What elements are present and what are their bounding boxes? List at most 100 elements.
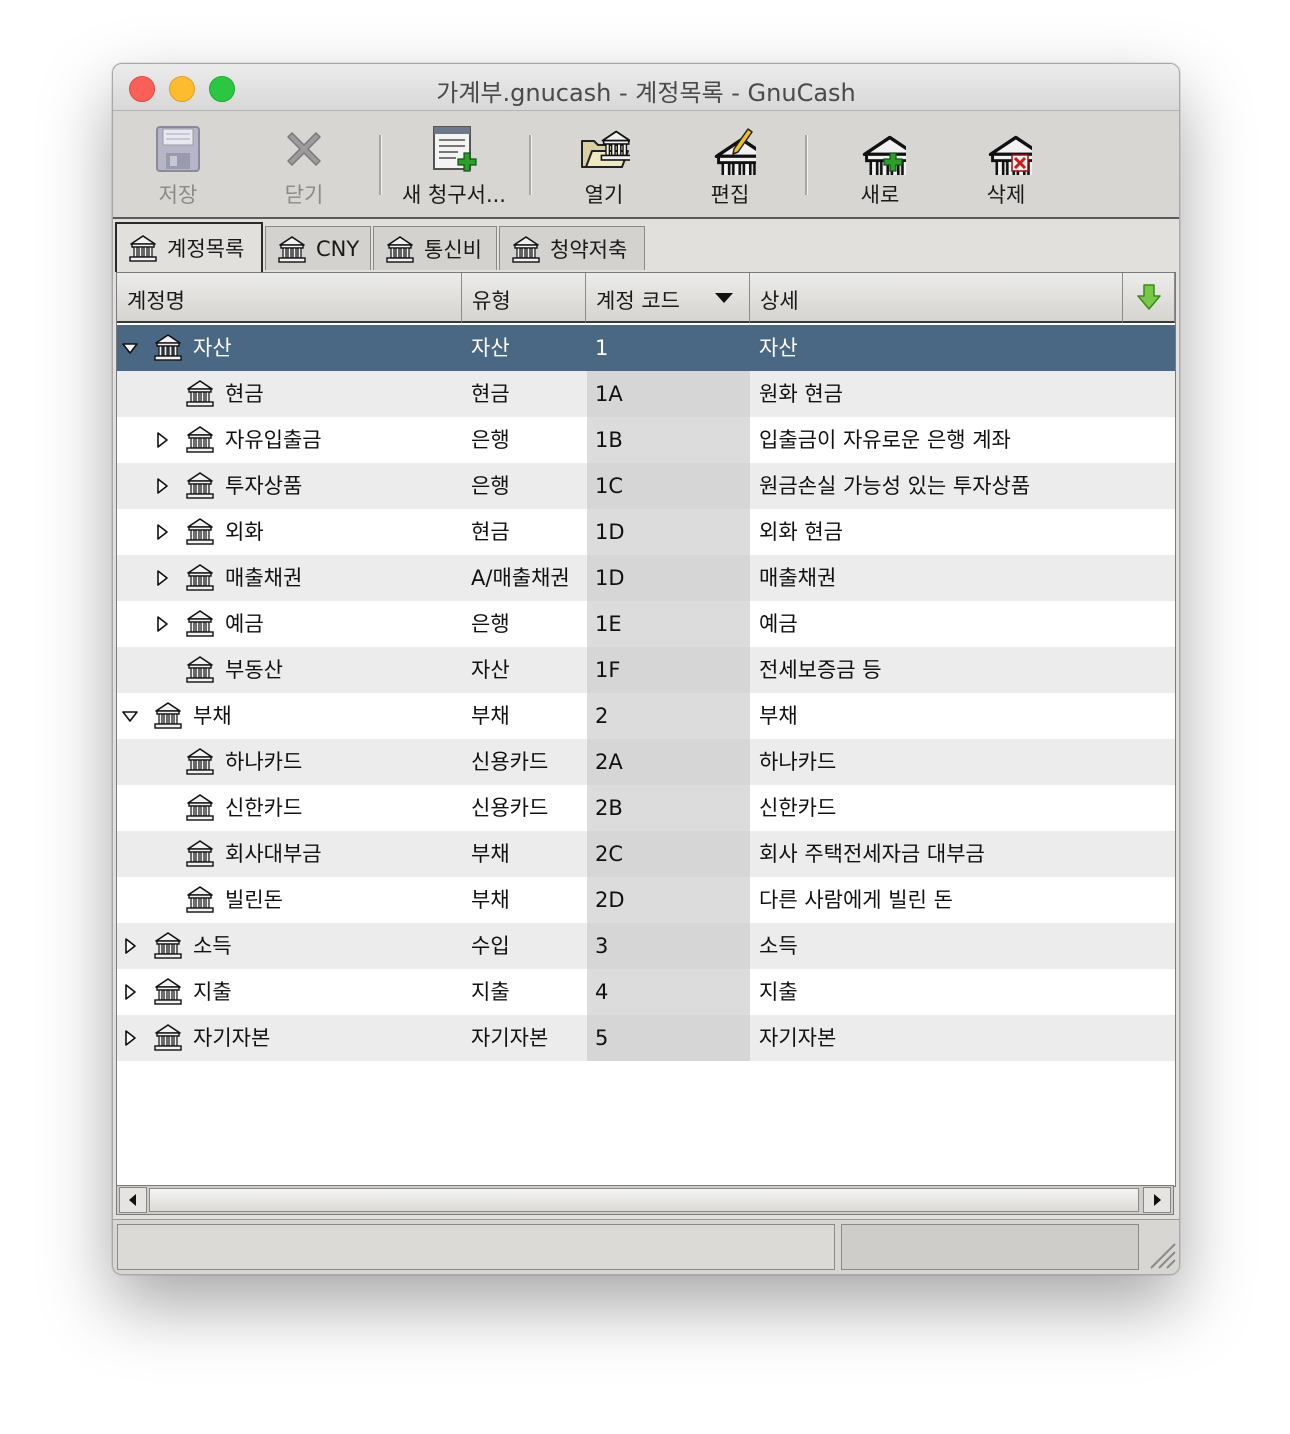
expand-expander-icon[interactable] <box>152 614 172 634</box>
arrow-left-icon <box>129 1194 136 1206</box>
account-type: 자산 <box>471 336 510 360</box>
account-description: 하나카드 <box>759 750 837 774</box>
account-code: 1C <box>595 474 624 498</box>
account-type: 부채 <box>471 704 510 728</box>
tab-accounts[interactable]: 계정목록 <box>115 222 263 272</box>
account-type: 은행 <box>471 474 510 498</box>
account-name: 자산 <box>193 336 232 360</box>
tab-savings[interactable]: 청약저축 <box>499 226 645 270</box>
account-row[interactable]: 외화 현금 1D 외화 현금 <box>117 509 1175 555</box>
account-description: 자산 <box>759 336 798 360</box>
resize-grip-icon[interactable] <box>1143 1236 1177 1270</box>
scroll-left-button[interactable] <box>119 1187 147 1213</box>
account-description: 원금손실 가능성 있는 투자상품 <box>759 474 1031 498</box>
account-name: 투자상품 <box>225 474 303 498</box>
account-name: 빌린돈 <box>225 888 283 912</box>
bank-icon <box>184 515 216 547</box>
open-button[interactable]: 열기 <box>549 121 659 211</box>
account-row[interactable]: 신한카드 신용카드 2B 신한카드 <box>117 785 1175 831</box>
account-type: 현금 <box>471 520 510 544</box>
code-column-background <box>587 693 750 739</box>
scrollbar-thumb[interactable] <box>149 1188 1139 1212</box>
account-row[interactable]: 지출 지출 4 지출 <box>117 969 1175 1015</box>
delete-account-icon <box>980 123 1032 175</box>
expand-expander-icon[interactable] <box>120 1028 140 1048</box>
bank-icon <box>184 791 216 823</box>
tab-telecom[interactable]: 통신비 <box>373 226 497 270</box>
expand-expander-icon[interactable] <box>120 936 140 956</box>
account-name: 하나카드 <box>225 750 303 774</box>
account-name: 자유입출금 <box>225 428 322 452</box>
save-button[interactable]: 저장 <box>123 121 233 211</box>
account-type: 자기자본 <box>471 1026 549 1050</box>
bank-icon <box>152 1021 184 1053</box>
account-row[interactable]: 투자상품 은행 1C 원금손실 가능성 있는 투자상품 <box>117 463 1175 509</box>
bank-icon <box>152 699 184 731</box>
close-button[interactable]: 닫기 <box>249 121 359 211</box>
expand-expander-icon[interactable] <box>152 522 172 542</box>
column-header-type[interactable]: 유형 <box>462 273 586 323</box>
account-row[interactable]: 매출채권 A/매출채권 1D 매출채권 <box>117 555 1175 601</box>
account-row[interactable]: 부동산 자산 1F 전세보증금 등 <box>117 647 1175 693</box>
collapse-expander-icon[interactable] <box>120 706 140 726</box>
bank-icon <box>184 423 216 455</box>
account-description: 회사 주택전세자금 대부금 <box>759 842 985 866</box>
delete-account-label: 삭제 <box>986 183 1026 207</box>
column-header-code[interactable]: 계정 코드 <box>586 273 750 323</box>
account-row[interactable]: 빌린돈 부채 2D 다른 사람에게 빌린 돈 <box>117 877 1175 923</box>
column-selector-button[interactable] <box>1123 273 1175 323</box>
bank-icon <box>184 883 216 915</box>
column-header-row: 계정명 유형 계정 코드 상세 <box>117 273 1175 325</box>
account-code: 4 <box>595 980 609 1004</box>
account-row[interactable]: 회사대부금 부채 2C 회사 주택전세자금 대부금 <box>117 831 1175 877</box>
delete-account-button[interactable]: 삭제 <box>951 121 1061 211</box>
code-column-background <box>587 325 750 371</box>
account-name: 부채 <box>193 704 232 728</box>
expand-expander-icon[interactable] <box>152 568 172 588</box>
bank-icon <box>184 653 216 685</box>
account-row[interactable]: 소득 수입 3 소득 <box>117 923 1175 969</box>
account-description: 매출채권 <box>759 566 837 590</box>
account-code: 1D <box>595 520 625 544</box>
account-row[interactable]: 자유입출금 은행 1B 입출금이 자유로운 은행 계좌 <box>117 417 1175 463</box>
account-type: 은행 <box>471 428 510 452</box>
scroll-right-button[interactable] <box>1143 1187 1171 1213</box>
collapse-expander-icon[interactable] <box>120 338 140 358</box>
horizontal-scrollbar[interactable] <box>116 1185 1174 1215</box>
column-header-description[interactable]: 상세 <box>750 273 1123 323</box>
account-type: 부채 <box>471 842 510 866</box>
account-row[interactable]: 자기자본 자기자본 5 자기자본 <box>117 1015 1175 1061</box>
edit-button[interactable]: 편집 <box>675 121 785 211</box>
account-tree: 계정명 유형 계정 코드 상세 자산 자산 1 자산 현금 현금 1A 원화 현금 자유입출금 은… <box>116 272 1176 1187</box>
account-row[interactable]: 자산 자산 1 자산 <box>117 325 1175 371</box>
tab-label: 계정목록 <box>167 237 245 261</box>
bank-icon <box>184 469 216 501</box>
account-name: 외화 <box>225 520 264 544</box>
tab-cny[interactable]: CNY <box>265 226 371 270</box>
account-code: 1A <box>595 382 623 406</box>
account-description: 소득 <box>759 934 798 958</box>
account-row[interactable]: 하나카드 신용카드 2A 하나카드 <box>117 739 1175 785</box>
account-row[interactable]: 현금 현금 1A 원화 현금 <box>117 371 1175 417</box>
column-header-name[interactable]: 계정명 <box>117 273 462 323</box>
new-invoice-icon <box>433 126 477 172</box>
account-type: 부채 <box>471 888 510 912</box>
account-row[interactable]: 부채 부채 2 부채 <box>117 693 1175 739</box>
edit-label: 편집 <box>710 183 750 207</box>
account-description: 자기자본 <box>759 1026 837 1050</box>
account-row[interactable]: 예금 은행 1E 예금 <box>117 601 1175 647</box>
expand-expander-icon[interactable] <box>120 982 140 1002</box>
expand-expander-icon[interactable] <box>152 476 172 496</box>
new-invoice-label: 새 청구서... <box>402 183 506 207</box>
expand-expander-icon[interactable] <box>152 430 172 450</box>
account-type: 수입 <box>471 934 510 958</box>
column-header-label: 유형 <box>472 289 511 313</box>
status-message <box>117 1224 835 1270</box>
new-invoice-button[interactable]: 새 청구서... <box>399 121 509 211</box>
new-account-button[interactable]: 새로 <box>825 121 935 211</box>
account-code: 3 <box>595 934 609 958</box>
account-type: 지출 <box>471 980 510 1004</box>
account-name: 지출 <box>193 980 232 1004</box>
close-icon <box>287 132 321 166</box>
bank-icon <box>184 561 216 593</box>
